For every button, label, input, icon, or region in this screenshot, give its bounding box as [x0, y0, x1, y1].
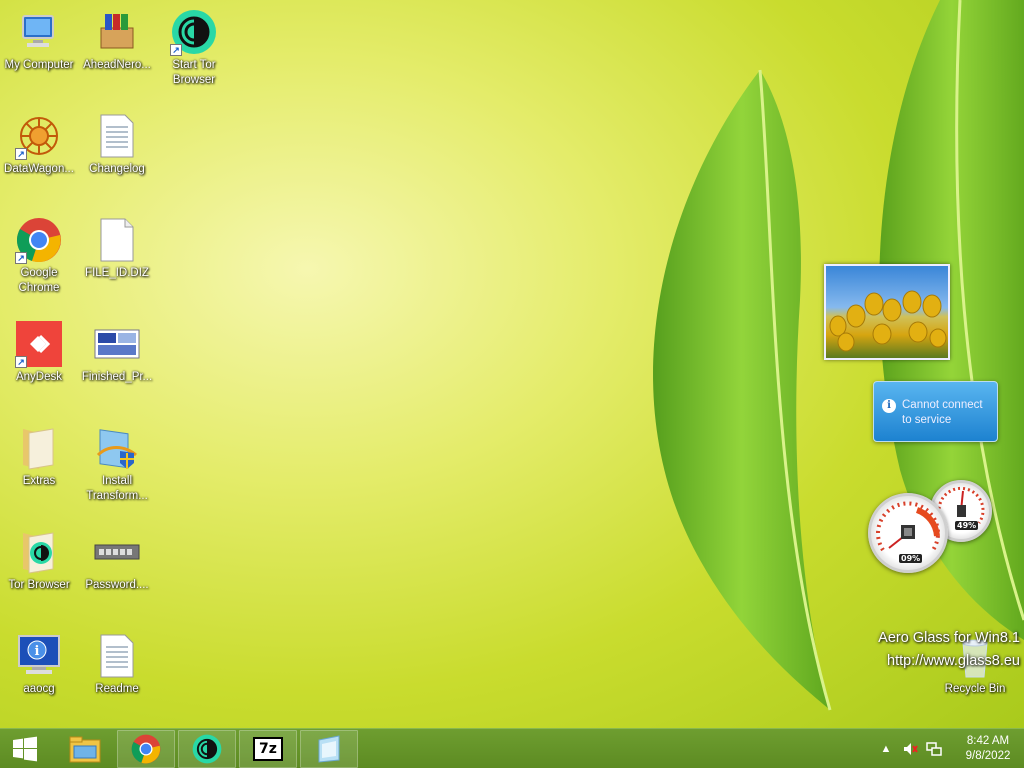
svg-text:i: i	[35, 644, 40, 659]
computer-icon	[15, 8, 63, 56]
desktop-icon-label: My Computer	[4, 59, 74, 71]
anydesk-icon: ↗	[15, 320, 63, 368]
taskbar-clock[interactable]: 8:42 AM 9/8/2022	[956, 734, 1020, 764]
weather-message: Cannot connect to service	[902, 399, 983, 426]
taskbar-chrome[interactable]	[117, 729, 175, 768]
taskbar-tor-browser[interactable]	[178, 729, 236, 768]
desktop-icon-label: Install Transform...	[86, 475, 148, 502]
desktop-icon-install-transform[interactable]: Install Transform...	[78, 424, 156, 504]
blank-file-icon	[93, 216, 141, 264]
desktop-icon-aheadnero[interactable]: AheadNero...	[78, 8, 156, 73]
taskbar-file-explorer[interactable]	[56, 730, 114, 768]
desktop-icon-extras[interactable]: Extras	[0, 424, 78, 489]
tor-icon: ↗	[170, 8, 218, 56]
desktop-icon-start-tor-browser[interactable]: ↗ Start Tor Browser	[155, 8, 233, 88]
desktop-icon-label: Start Tor Browser	[172, 59, 216, 86]
cpu-value: 09%	[899, 554, 923, 563]
desktop-icon-label: aaocg	[23, 683, 55, 695]
tor-folder-icon	[15, 528, 63, 576]
desktop-icon-label: AheadNero...	[83, 59, 151, 71]
desktop-icon-changelog[interactable]: Changelog	[78, 112, 156, 177]
info-icon: i	[882, 399, 896, 413]
desktop-icon-my-computer[interactable]: My Computer	[0, 8, 78, 73]
text-file-icon	[93, 632, 141, 680]
desktop-icon-label: Password....	[85, 579, 149, 591]
show-hidden-icons-icon[interactable]: ▲	[877, 740, 895, 758]
chrome-icon	[131, 734, 161, 763]
folder-icon	[15, 424, 63, 472]
desktop-icon-anydesk[interactable]: ↗ AnyDesk	[0, 320, 78, 385]
desktop-icon-tor-browser[interactable]: Tor Browser	[0, 528, 78, 593]
desktop-icon-label: Recycle Bin	[944, 683, 1006, 695]
desktop-icon-readme[interactable]: Readme	[78, 632, 156, 697]
text-file-icon	[93, 112, 141, 160]
chrome-icon: ↗	[15, 216, 63, 264]
datawagon-icon: ↗	[15, 112, 63, 160]
desktop-icon-label: Changelog	[89, 163, 145, 175]
password-icon	[93, 528, 141, 576]
desktop-icon-label: Readme	[95, 683, 139, 695]
cpu-gauge[interactable]: 09%	[868, 493, 948, 573]
app-icon	[318, 734, 340, 763]
desktop-icon-password[interactable]: Password....	[78, 528, 156, 593]
taskbar: 7z ▲ 8:42 AM 9/8/2022	[0, 728, 1024, 768]
tulips-photo	[829, 290, 947, 352]
speaker-muted-icon[interactable]	[901, 740, 919, 758]
desktop-icon-finished-pr[interactable]: Finished_Pr...	[78, 320, 156, 385]
7zip-label: 7z	[259, 740, 277, 757]
network-icon[interactable]	[925, 740, 943, 758]
installer-icon	[93, 424, 141, 472]
file-explorer-icon	[69, 736, 101, 762]
memory-value: 49%	[955, 521, 979, 530]
monitor-info-icon: i	[15, 632, 63, 680]
shortcut-arrow-icon: ↗	[15, 356, 27, 368]
watermark-line-2: http://www.glass8.eu	[887, 653, 1020, 669]
shortcut-arrow-icon: ↗	[170, 44, 182, 56]
taskbar-7zip[interactable]: 7z	[239, 729, 297, 768]
image-file-icon	[93, 320, 141, 368]
desktop-icon-label: Google Chrome	[18, 267, 60, 294]
watermark-line-1: Aero Glass for Win8.1	[878, 630, 1020, 646]
tor-icon	[192, 734, 222, 763]
desktop-icon-file-id-diz[interactable]: FILE_ID.DIZ	[78, 216, 156, 281]
start-button[interactable]	[0, 729, 50, 768]
taskbar-app[interactable]	[300, 729, 358, 768]
shortcut-arrow-icon: ↗	[15, 148, 27, 160]
slideshow-gadget[interactable]	[824, 264, 950, 360]
system-tray: ▲ 8:42 AM 9/8/2022	[874, 729, 1024, 768]
desktop-icon-label: FILE_ID.DIZ	[85, 267, 149, 279]
desktop-icon-label: Extras	[22, 475, 56, 487]
shortcut-arrow-icon: ↗	[15, 252, 27, 264]
nero-package-icon	[93, 8, 141, 56]
windows-logo-icon	[13, 736, 37, 761]
desktop-icon-aaocg[interactable]: i aaocg	[0, 632, 78, 697]
desktop-icon-google-chrome[interactable]: ↗ Google Chrome	[0, 216, 78, 296]
desktop-icon-datawagon[interactable]: ↗ DataWagon...	[0, 112, 78, 177]
clock-date: 9/8/2022	[965, 750, 1011, 762]
desktop-icon-label: DataWagon...	[4, 163, 74, 175]
desktop-icon-label: Finished_Pr...	[81, 371, 153, 383]
desktop-icon-label: Tor Browser	[8, 579, 70, 591]
weather-gadget[interactable]: i Cannot connect to service	[873, 381, 998, 442]
clock-time: 8:42 AM	[966, 735, 1010, 747]
desktop-icon-label: AnyDesk	[15, 371, 63, 383]
7zip-icon: 7z	[253, 736, 283, 761]
